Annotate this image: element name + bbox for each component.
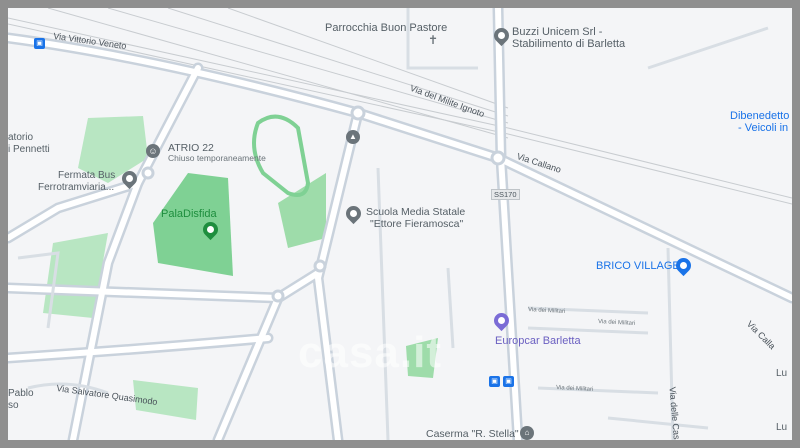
poi-buzzi-line1[interactable]: Buzzi Unicem Srl -	[512, 26, 602, 39]
bus-stop-icon[interactable]: ▣	[489, 376, 500, 387]
poi-dibenedetto-line1[interactable]: Dibenedetto	[730, 110, 789, 123]
poi-lu[interactable]: Lu	[776, 368, 787, 380]
poi-paladisfida[interactable]: PalaDisfida	[161, 208, 217, 221]
poi-atorio-line1[interactable]: atorio	[8, 132, 33, 144]
poi-europcar[interactable]: Europcar Barletta	[495, 335, 581, 348]
school-icon: ▲	[346, 130, 360, 144]
theater-icon: ☺	[146, 144, 160, 158]
poi-pablo-line2[interactable]: so	[8, 400, 19, 412]
poi-fermata-line2[interactable]: Ferrotramviaria...	[38, 182, 114, 194]
poi-dibenedetto-line2[interactable]: - Veicoli in	[738, 122, 788, 135]
watermark: casa.it	[298, 328, 442, 377]
poi-fermata-line1[interactable]: Fermata Bus	[58, 170, 115, 182]
bus-stop-icon[interactable]: ▣	[34, 38, 45, 49]
poi-pablo-line1[interactable]: Pablo	[8, 388, 34, 400]
road-shield-ss170: SS170	[491, 189, 520, 200]
poi-scuola-line1[interactable]: Scuola Media Statale	[366, 206, 465, 218]
poi-lu-2[interactable]: Lu	[776, 422, 787, 434]
poi-atrio-status: Chiuso temporaneamente	[168, 153, 266, 163]
park-paladisfida	[153, 173, 233, 276]
bus-stop-icon[interactable]: ▣	[503, 376, 514, 387]
museum-icon: ⌂	[520, 426, 534, 440]
poi-atorio-line2[interactable]: i Pennetti	[8, 144, 50, 156]
park-area	[278, 173, 326, 248]
poi-scuola-line2[interactable]: "Ettore Fieramosca"	[370, 218, 463, 230]
map-canvas[interactable]: Via Vittorio Veneto Via del Milite Ignot…	[8, 8, 792, 440]
church-icon: ✝	[428, 33, 439, 47]
poi-buzzi-line2[interactable]: Stabilimento di Barletta	[512, 38, 625, 51]
poi-brico-village[interactable]: BRICO VILLAGE	[596, 260, 680, 273]
poi-caserma[interactable]: Caserma "R. Stella"	[426, 428, 519, 440]
